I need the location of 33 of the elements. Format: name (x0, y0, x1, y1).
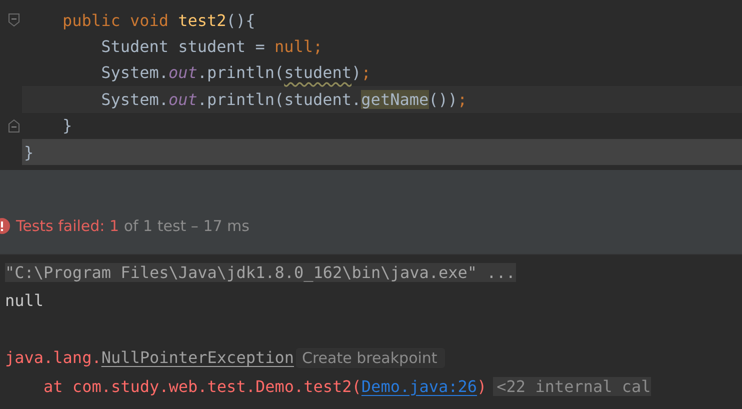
test-summary: of 1 test – 17 ms (122, 217, 250, 235)
tests-failed-label: Tests failed: 1 (16, 217, 120, 235)
code-text: (){ (226, 10, 256, 30)
code-warning: student (284, 63, 352, 82)
folded-frames[interactable]: <22 internal cal (492, 376, 651, 396)
exception-link[interactable]: NullPointerException (101, 348, 294, 368)
code-keyword: null (274, 37, 313, 56)
code-keyword: ; (361, 63, 371, 82)
fold-icon[interactable] (8, 13, 20, 28)
code-keyword: public void (62, 10, 170, 30)
code-keyword: ; (312, 37, 323, 56)
create-breakpoint-button[interactable]: Create breakpoint (296, 348, 446, 368)
code-text: } (24, 142, 34, 162)
error-text: java.lang. (5, 348, 102, 368)
source-link[interactable]: Demo.java:26 (361, 376, 478, 396)
code-text: ()) (428, 90, 458, 109)
code-text: Student student = (100, 37, 266, 56)
code-text: .println(student. (197, 90, 362, 109)
error-text: ) (477, 376, 487, 396)
error-text: at com.study.web.test.Demo.test2( (42, 376, 362, 396)
code-keyword: ; (458, 90, 468, 109)
code-text: } (62, 116, 72, 136)
code-field: out (168, 63, 198, 82)
code-text: System. (100, 90, 168, 109)
code-method: test2 (178, 10, 226, 30)
code-text: .println( (197, 63, 284, 82)
code-field: out (168, 90, 198, 109)
console-output: null (5, 291, 44, 310)
code-highlight: getName (361, 90, 429, 109)
console-command: "C:\Program Files\Java\jdk1.8.0_162\bin\java.exe" ... (5, 262, 516, 282)
code-text: ) (352, 63, 362, 82)
code-text: System. (100, 63, 168, 82)
fold-icon[interactable] (8, 118, 20, 133)
